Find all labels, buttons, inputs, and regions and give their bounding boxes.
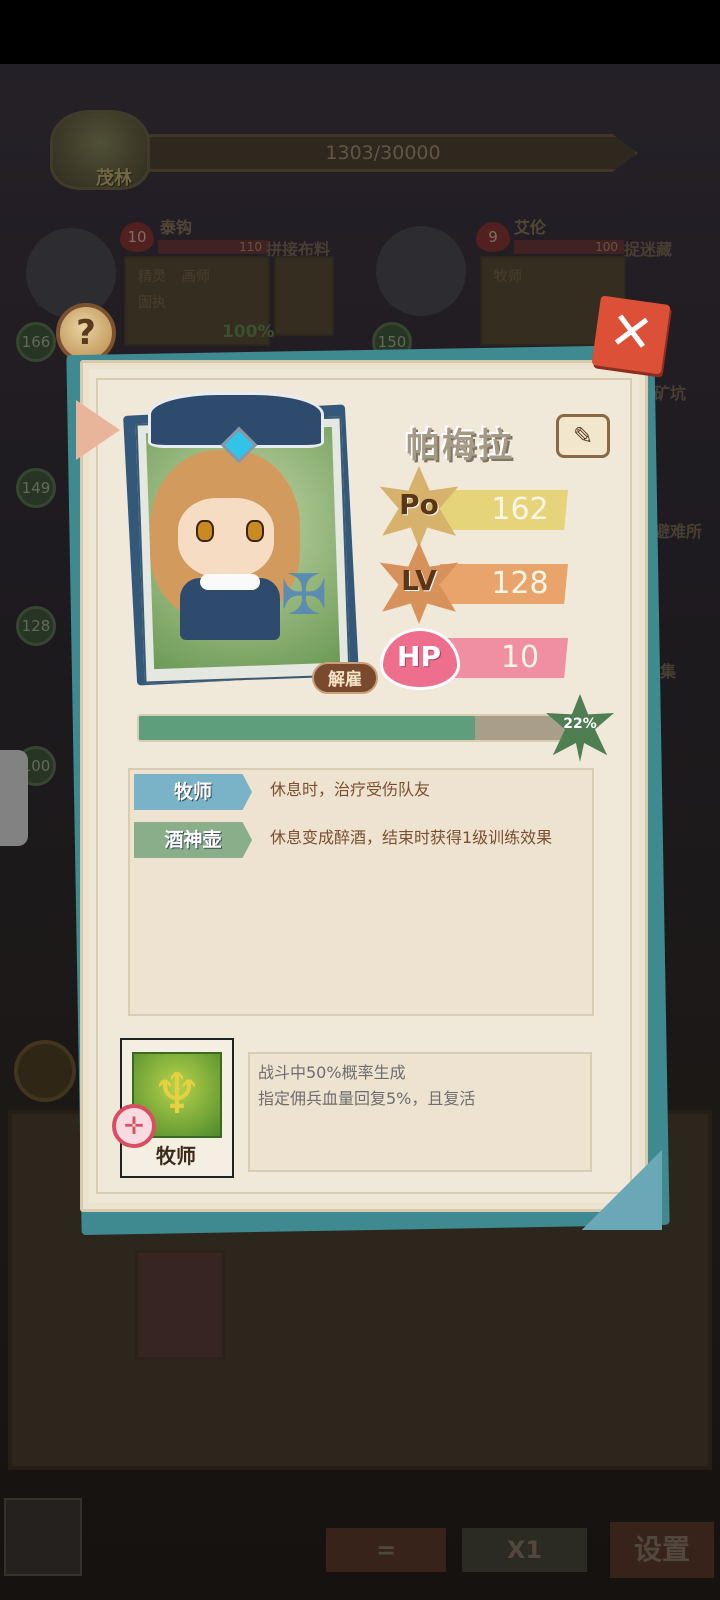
hp-stat-value: 10 <box>500 640 540 675</box>
po-stat-value: 162 <box>491 492 549 527</box>
lv-stat-label: LV <box>401 564 437 597</box>
hero-name-title: 帕梅拉 <box>406 426 514 466</box>
cross-staff-icon: ✠ <box>280 563 328 628</box>
winged-emblem-icon: ♆ <box>151 1062 203 1127</box>
skill-description-line: 指定佣兵血量回复5%，且复活 <box>258 1089 476 1108</box>
hero-collar <box>200 574 260 590</box>
skill-description-line: 战斗中50%概率生成 <box>258 1063 406 1082</box>
po-stat-label: Po <box>399 488 439 521</box>
trait-tag-wine-pot[interactable]: 酒神壶 <box>134 822 252 858</box>
dialog-corner-decoration <box>582 1150 662 1230</box>
lv-stat-value: 128 <box>491 566 549 601</box>
status-bar <box>0 0 720 64</box>
exp-percent: 22% <box>563 716 597 732</box>
hero-eye <box>246 520 264 542</box>
dismiss-button[interactable]: 解雇 <box>312 662 378 694</box>
hp-stat-label: HP <box>397 640 441 673</box>
pencil-icon[interactable]: ✎ <box>556 414 610 458</box>
exp-bar-fill <box>139 716 475 740</box>
trait-tag-priest[interactable]: 牧师 <box>134 774 252 810</box>
close-icon[interactable]: ✕ <box>591 295 671 375</box>
trait-description: 休息变成醉酒，结束时获得1级训练效果 <box>270 828 553 847</box>
trait-description: 休息时，治疗受伤队友 <box>270 780 431 799</box>
hero-eye <box>196 520 214 542</box>
target-icon[interactable]: ✛ <box>112 1104 156 1148</box>
skill-description: 战斗中50%概率生成 指定佣兵血量回复5%，且复活 <box>248 1052 592 1172</box>
